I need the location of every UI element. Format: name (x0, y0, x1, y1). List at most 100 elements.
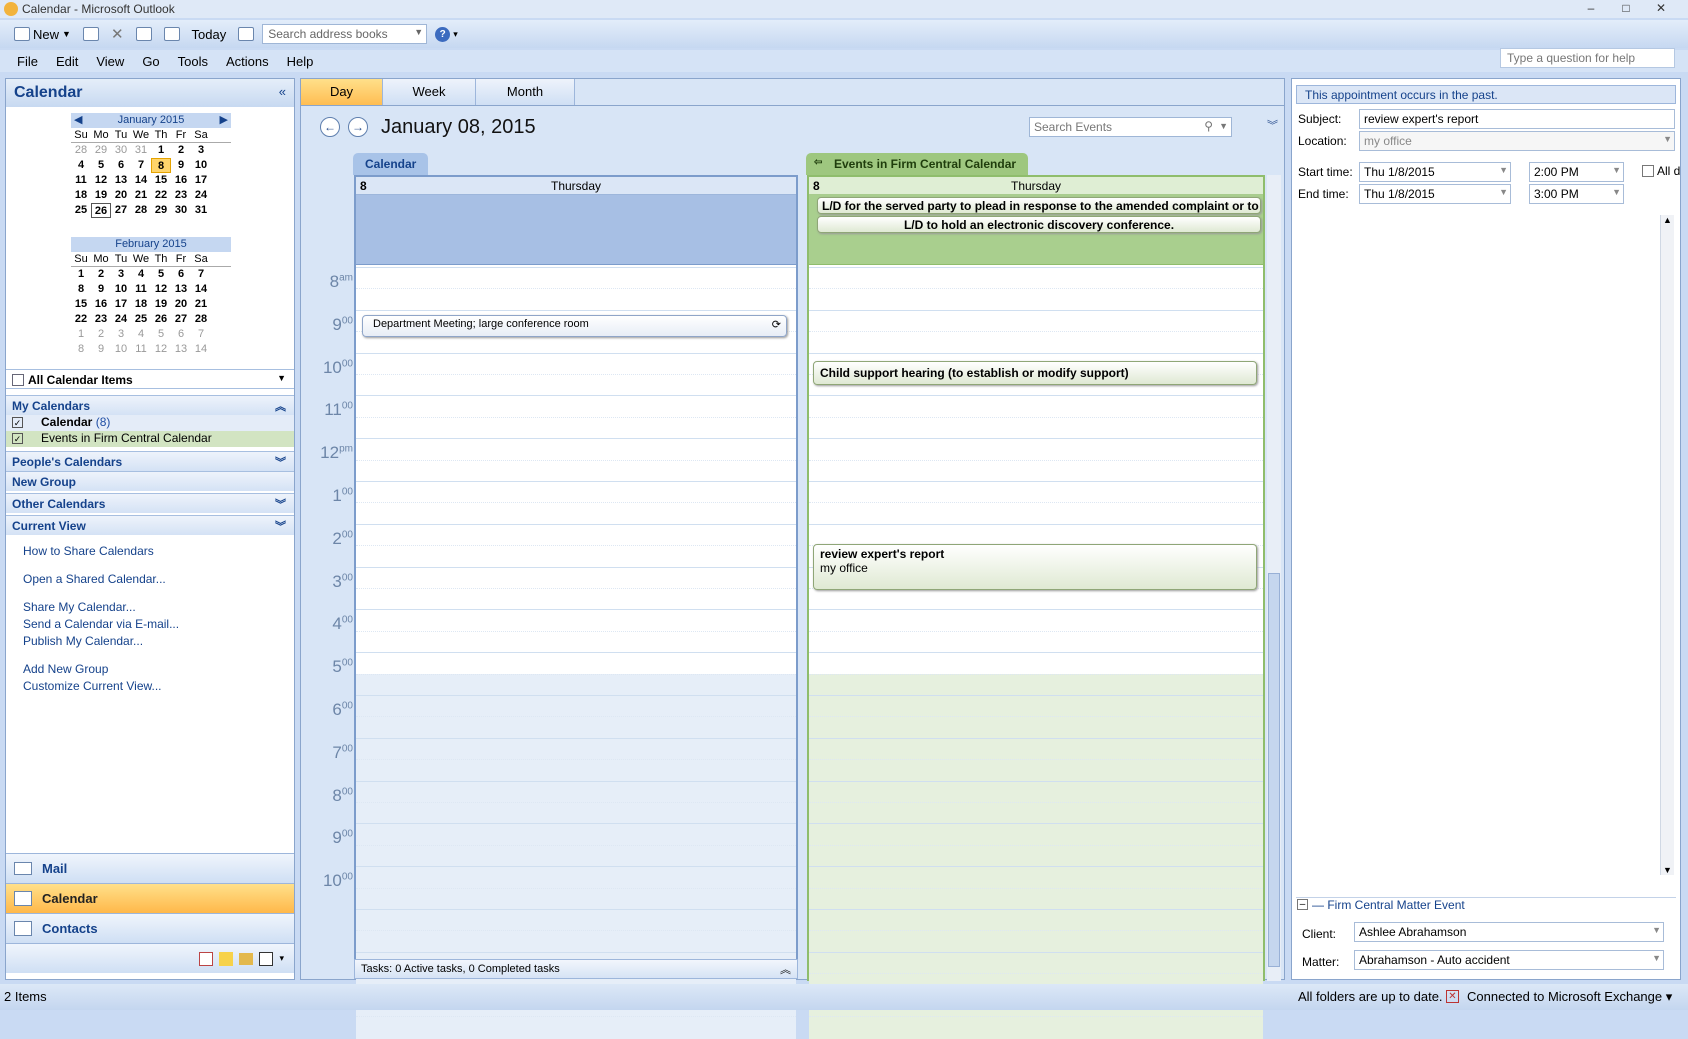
close-button[interactable]: ✕ (1652, 1, 1670, 16)
time-slot[interactable] (356, 374, 796, 397)
tab-month[interactable]: Month (476, 79, 575, 105)
address-book-button[interactable] (234, 25, 258, 43)
other-calendars-section[interactable]: Other Calendars ︾ (6, 493, 294, 513)
current-view-section[interactable]: Current View ︾ (6, 515, 294, 535)
date-cell[interactable]: 21 (131, 188, 151, 203)
vertical-scrollbar[interactable] (1267, 175, 1281, 981)
date-cell[interactable]: 18 (131, 297, 151, 312)
date-cell[interactable]: 20 (171, 297, 191, 312)
date-cell[interactable]: 23 (171, 188, 191, 203)
time-slot[interactable] (809, 630, 1263, 654)
time-slot[interactable] (356, 802, 796, 825)
date-cell[interactable]: 27 (171, 312, 191, 327)
date-cell[interactable]: 28 (131, 203, 151, 218)
time-slot[interactable] (809, 951, 1263, 975)
schedule-button[interactable] (160, 25, 184, 43)
date-cell[interactable]: 5 (151, 327, 171, 342)
shortcut-icon[interactable] (259, 951, 274, 966)
firm-calendar-column-tab[interactable]: ⇦ Events in Firm Central Calendar (806, 153, 1029, 175)
date-cell[interactable]: 7 (191, 327, 211, 342)
date-cell[interactable]: 9 (91, 282, 111, 297)
date-cell[interactable]: 29 (151, 203, 171, 218)
date-cell[interactable]: 17 (111, 297, 131, 312)
time-slot[interactable] (356, 609, 796, 633)
date-cell[interactable]: 15 (151, 173, 171, 188)
date-cell[interactable]: 18 (71, 188, 91, 203)
date-cell[interactable]: 6 (171, 327, 191, 342)
time-slot[interactable] (809, 780, 1263, 804)
date-cell[interactable]: 15 (71, 297, 91, 312)
review-experts-report-appointment[interactable]: review expert's report my office (813, 544, 1257, 590)
time-slot[interactable] (356, 759, 796, 783)
date-cell[interactable]: 4 (131, 327, 151, 342)
firm-calendar-item[interactable]: ✓ Events in Firm Central Calendar (6, 431, 294, 447)
menu-go[interactable]: Go (133, 54, 168, 69)
time-slot[interactable] (809, 737, 1263, 761)
calendar-item[interactable]: ✓ Calendar (8) (6, 415, 294, 431)
expand-tasks-icon[interactable]: ︽ (780, 961, 791, 977)
help-question-input[interactable]: Type a question for help (1500, 48, 1675, 68)
expand-search-icon[interactable]: ︾ (1267, 117, 1278, 133)
time-slot[interactable] (809, 288, 1263, 312)
date-cell[interactable]: 24 (191, 188, 211, 203)
collapse-section-button[interactable]: – (1297, 899, 1308, 910)
time-slot[interactable] (356, 288, 796, 312)
print-button[interactable] (79, 25, 103, 43)
date-cell[interactable]: 29 (91, 143, 111, 158)
date-cell[interactable]: 9 (171, 158, 191, 173)
date-cell[interactable]: 8 (71, 342, 91, 357)
configure-buttons-icon[interactable]: ▾ (279, 953, 284, 964)
time-slot[interactable] (809, 673, 1263, 697)
time-slot[interactable] (356, 438, 796, 462)
time-slot[interactable] (356, 267, 796, 290)
date-cell[interactable]: 25 (71, 203, 91, 218)
time-slot[interactable] (809, 866, 1263, 890)
tasks-icon[interactable] (199, 951, 214, 966)
date-cell[interactable]: 14 (131, 173, 151, 188)
date-cell[interactable]: 3 (111, 267, 131, 282)
date-cell[interactable]: 22 (151, 188, 171, 203)
view-button[interactable] (132, 25, 156, 43)
menu-tools[interactable]: Tools (169, 54, 217, 69)
tab-week[interactable]: Week (383, 79, 476, 105)
time-slot[interactable] (356, 866, 796, 890)
allday-event-plead[interactable]: L/D for the served party to plead in res… (817, 197, 1261, 214)
date-cell[interactable]: 19 (91, 188, 111, 203)
time-slot[interactable] (809, 1016, 1263, 1039)
date-cell[interactable]: 21 (191, 297, 211, 312)
date-cell[interactable]: 28 (71, 143, 91, 158)
date-cell[interactable]: 2 (91, 267, 111, 282)
date-cell[interactable]: 31 (191, 203, 211, 218)
time-slot[interactable] (356, 459, 796, 483)
all-calendar-items-dropdown[interactable]: All Calendar Items ▼ (6, 369, 294, 389)
menu-file[interactable]: File (8, 54, 47, 69)
date-cell[interactable]: 25 (131, 312, 151, 327)
date-cell[interactable]: 12 (151, 342, 171, 357)
tasks-bar[interactable]: Tasks: 0 Active tasks, 0 Completed tasks… (354, 959, 798, 979)
time-slot[interactable] (809, 909, 1263, 932)
delete-button[interactable]: ✕ (107, 23, 128, 45)
tab-day[interactable]: Day (301, 79, 383, 105)
forward-arrow-button[interactable]: → (348, 117, 368, 137)
client-select[interactable]: Ashlee Abrahamson ▼ (1354, 922, 1664, 942)
time-slot[interactable] (809, 267, 1263, 290)
date-cell[interactable]: 30 (171, 203, 191, 218)
peoples-calendars-section[interactable]: People's Calendars ︾ (6, 451, 294, 471)
location-field[interactable]: my office ▼ (1359, 131, 1675, 151)
end-date-field[interactable]: Thu 1/8/2015 ▼ (1359, 184, 1511, 204)
date-cell[interactable]: 1 (71, 267, 91, 282)
start-time-field[interactable]: 2:00 PM ▼ (1529, 162, 1624, 182)
link-open-shared[interactable]: Open a Shared Calendar... (6, 571, 294, 588)
date-cell[interactable]: 14 (191, 342, 211, 357)
menu-view[interactable]: View (87, 54, 133, 69)
date-cell[interactable]: 9 (91, 342, 111, 357)
date-cell[interactable]: 6 (111, 158, 131, 173)
time-slot[interactable] (809, 930, 1263, 954)
time-slot[interactable] (356, 823, 796, 847)
date-cell[interactable]: 5 (91, 158, 111, 173)
date-cell[interactable]: 24 (111, 312, 131, 327)
date-cell[interactable]: 13 (111, 173, 131, 188)
time-slot[interactable] (356, 909, 796, 932)
scrollbar-thumb[interactable] (1268, 573, 1280, 967)
date-cell[interactable]: 23 (91, 312, 111, 327)
